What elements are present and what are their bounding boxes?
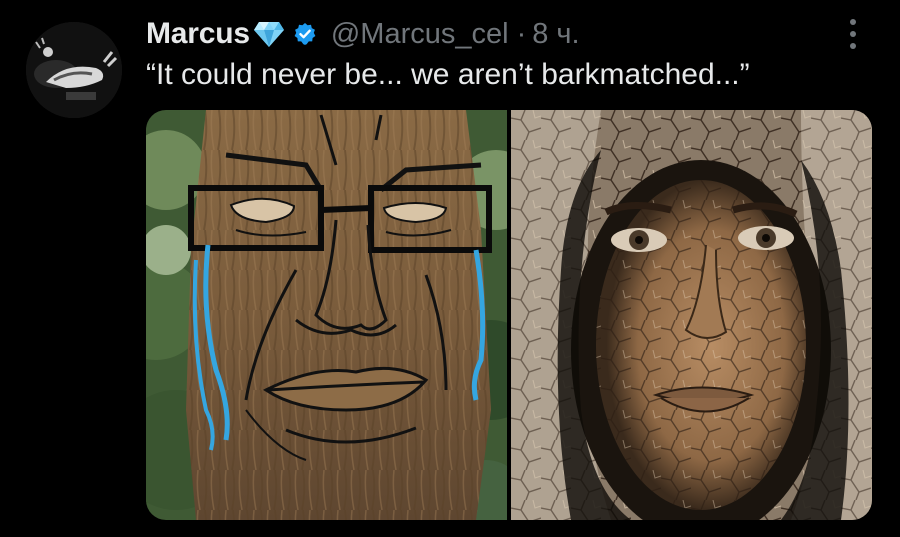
media-image-left[interactable] [146, 110, 507, 520]
timestamp[interactable]: 8 ч. [532, 18, 579, 51]
more-options-button[interactable] [840, 16, 866, 52]
diamond-emoji-icon [253, 20, 285, 48]
display-name[interactable]: Marcus [146, 17, 250, 51]
user-handle[interactable]: @Marcus_cel [331, 18, 509, 51]
separator-dot: · [516, 17, 527, 50]
avatar[interactable] [26, 22, 122, 118]
media-grid [146, 110, 872, 520]
tweet[interactable]: Marcus @Marcus_cel · 8 ч. “It could neve… [0, 0, 900, 537]
post-header: Marcus @Marcus_cel · 8 ч. [146, 14, 580, 54]
post-text: “It could never be... we aren’t barkmatc… [146, 58, 750, 91]
verified-badge-icon [293, 22, 317, 46]
more-options-icon [850, 19, 856, 49]
tree-face-drawing [146, 110, 507, 520]
avatar-image [26, 22, 122, 118]
media-image-right[interactable] [511, 110, 872, 520]
bark-face-artwork [511, 110, 872, 520]
